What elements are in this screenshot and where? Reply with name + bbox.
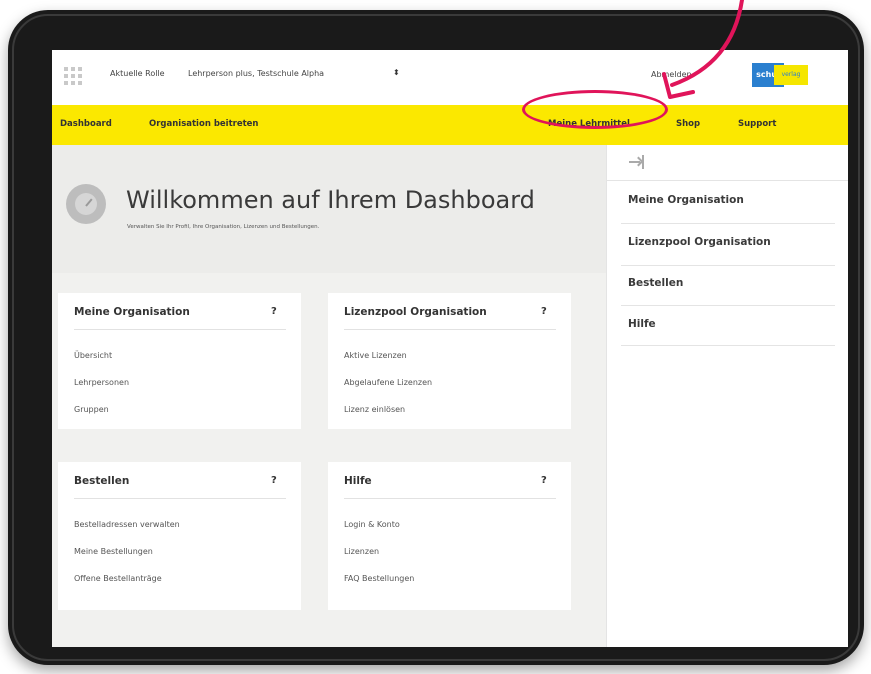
divider	[621, 305, 835, 306]
link-abgelaufene-lizenzen[interactable]: Abgelaufene Lizenzen	[344, 378, 432, 387]
dashboard-content: Willkommen auf Ihrem Dashboard Verwalten…	[52, 145, 606, 647]
highlight-ellipse	[522, 90, 668, 129]
collapse-sidebar-icon[interactable]	[629, 155, 645, 169]
link-meine-bestellungen[interactable]: Meine Bestellungen	[74, 547, 153, 556]
role-select[interactable]: Lehrperson plus, Testschule Alpha	[188, 69, 324, 78]
card-title: Hilfe	[344, 475, 372, 487]
link-lehrpersonen[interactable]: Lehrpersonen	[74, 378, 129, 387]
select-arrow-icon[interactable]: ⬍	[393, 68, 400, 77]
link-offene-bestellantraege[interactable]: Offene Bestellanträge	[74, 574, 162, 583]
welcome-banner: Willkommen auf Ihrem Dashboard Verwalten…	[52, 145, 606, 273]
sidebar-item-lizenzpool[interactable]: Lizenzpool Organisation	[628, 236, 771, 248]
card-bestellen: Bestellen ? Bestelladressen verwalten Me…	[58, 462, 301, 610]
help-icon[interactable]: ?	[541, 475, 547, 486]
divider	[621, 223, 835, 224]
top-bar: Aktuelle Rolle Lehrperson plus, Testschu…	[52, 50, 848, 105]
link-faq-bestellungen[interactable]: FAQ Bestellungen	[344, 574, 414, 583]
help-icon[interactable]: ?	[271, 475, 277, 486]
card-title: Bestellen	[74, 475, 130, 487]
divider	[607, 180, 848, 181]
card-lizenzpool-organisation: Lizenzpool Organisation ? Aktive Lizenze…	[328, 293, 571, 429]
divider	[74, 498, 286, 499]
nav-support[interactable]: Support	[738, 119, 776, 129]
link-login-konto[interactable]: Login & Konto	[344, 520, 400, 529]
divider	[74, 329, 286, 330]
link-gruppen[interactable]: Gruppen	[74, 405, 109, 414]
brand-logo[interactable]: schul verlag	[752, 63, 808, 87]
apps-grid-icon[interactable]	[64, 67, 82, 85]
link-aktive-lizenzen[interactable]: Aktive Lizenzen	[344, 351, 407, 360]
divider	[621, 345, 835, 346]
help-icon[interactable]: ?	[541, 306, 547, 317]
page-subtitle: Verwalten Sie Ihr Profil, Ihre Organisat…	[127, 224, 320, 230]
link-lizenz-einloesen[interactable]: Lizenz einlösen	[344, 405, 405, 414]
dashboard-gauge-icon	[66, 184, 106, 224]
sidebar-item-hilfe[interactable]: Hilfe	[628, 318, 656, 330]
divider	[621, 265, 835, 266]
right-sidebar: Meine Organisation Lizenzpool Organisati…	[606, 145, 848, 647]
sidebar-item-bestellen[interactable]: Bestellen	[628, 277, 683, 289]
link-lizenzen[interactable]: Lizenzen	[344, 547, 379, 556]
nav-shop[interactable]: Shop	[676, 119, 700, 129]
divider	[344, 498, 556, 499]
link-bestelladressen[interactable]: Bestelladressen verwalten	[74, 520, 180, 529]
screen: Aktuelle Rolle Lehrperson plus, Testschu…	[52, 50, 848, 647]
logo-part-yellow: verlag	[774, 65, 808, 85]
sidebar-item-meine-organisation[interactable]: Meine Organisation	[628, 194, 744, 206]
nav-dashboard[interactable]: Dashboard	[60, 119, 112, 129]
card-title: Meine Organisation	[74, 306, 190, 318]
card-title: Lizenzpool Organisation	[344, 306, 487, 318]
role-label: Aktuelle Rolle	[110, 69, 165, 78]
nav-organisation-beitreten[interactable]: Organisation beitreten	[149, 119, 259, 129]
main-nav: Dashboard Organisation beitreten Meine L…	[52, 105, 848, 145]
card-hilfe: Hilfe ? Login & Konto Lizenzen FAQ Beste…	[328, 462, 571, 610]
divider	[344, 329, 556, 330]
link-uebersicht[interactable]: Übersicht	[74, 351, 112, 360]
help-icon[interactable]: ?	[271, 306, 277, 317]
card-meine-organisation: Meine Organisation ? Übersicht Lehrperso…	[58, 293, 301, 429]
page-title: Willkommen auf Ihrem Dashboard	[126, 186, 535, 214]
logout-link[interactable]: Abmelden	[651, 70, 692, 79]
